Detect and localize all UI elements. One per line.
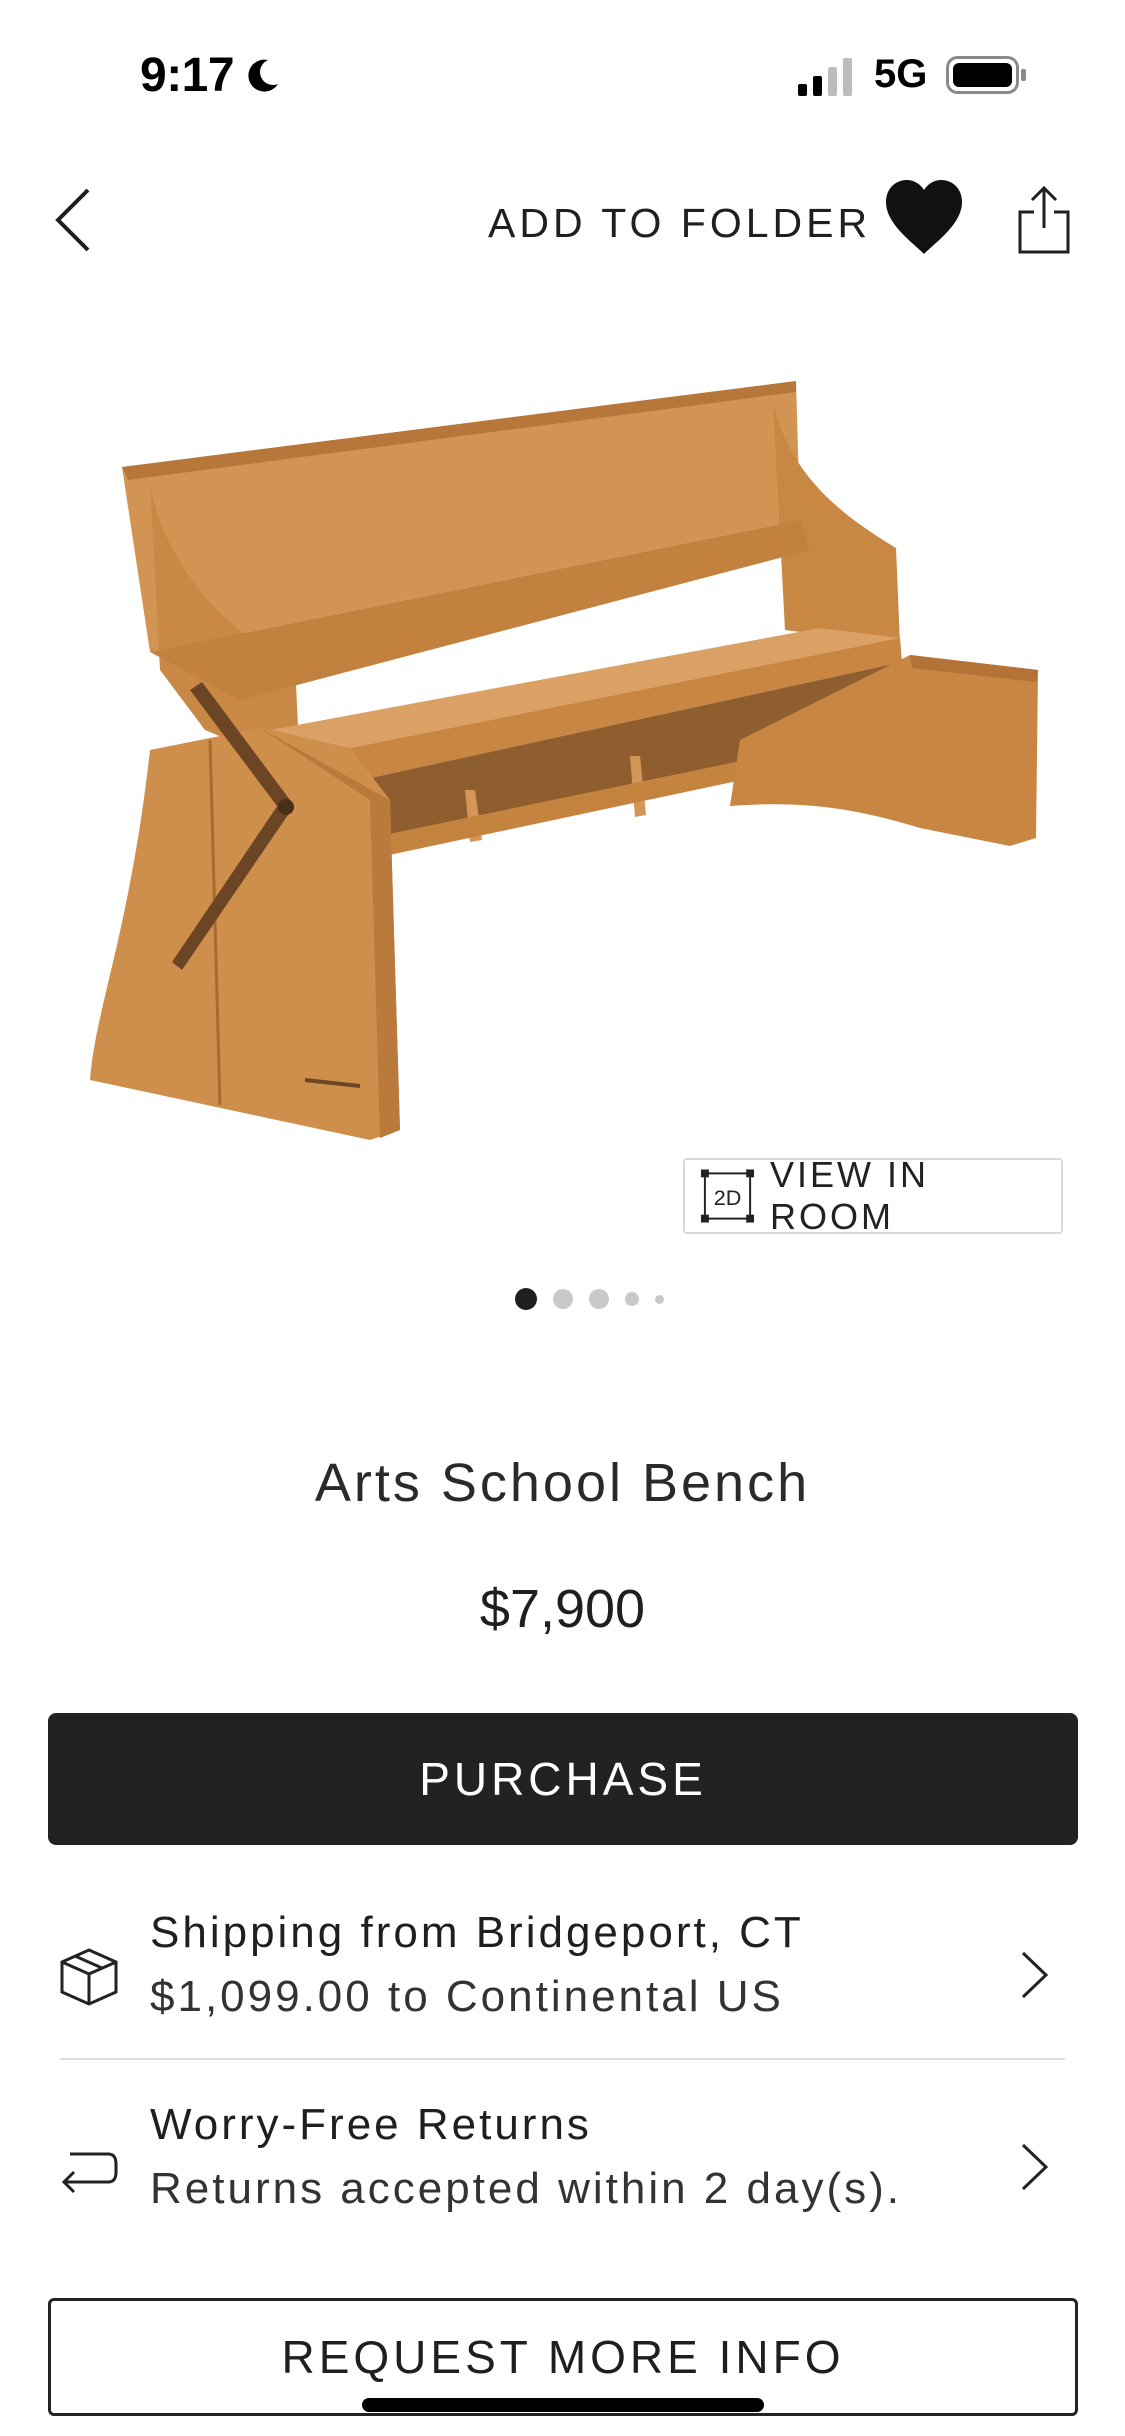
back-chevron-icon[interactable] — [52, 186, 92, 254]
chevron-right-icon — [1021, 2143, 1049, 2191]
returns-policy: Returns accepted within 2 day(s). — [150, 2164, 902, 2213]
shipping-origin: Shipping from Bridgeport, CT — [150, 1908, 804, 1957]
status-time: 9:17 — [140, 49, 235, 102]
returns-row[interactable]: Worry-Free Returns Returns accepted with… — [48, 2092, 1078, 2242]
battery-icon — [946, 56, 1026, 94]
carousel-dot[interactable] — [625, 1292, 639, 1306]
carousel-dot[interactable] — [589, 1289, 609, 1309]
add-to-folder-button[interactable]: ADD TO FOLDER — [488, 200, 871, 247]
view-in-room-button[interactable]: 2D VIEW IN ROOM — [683, 1154, 1063, 1237]
share-icon[interactable] — [1016, 186, 1072, 254]
box-icon — [60, 1948, 118, 2006]
signal-icon — [798, 58, 852, 96]
returns-title: Worry-Free Returns — [150, 2100, 592, 2149]
return-arrow-icon — [61, 2152, 118, 2194]
shipping-cost: $1,099.00 to Continental US — [150, 1972, 784, 2021]
carousel-dot[interactable] — [553, 1289, 573, 1309]
product-title: Arts School Bench — [314, 1453, 811, 1513]
svg-text:2D: 2D — [714, 1185, 742, 1210]
carousel-dots[interactable] — [515, 1287, 664, 1311]
home-indicator[interactable] — [362, 2398, 764, 2412]
divider — [60, 2058, 1065, 2060]
2d-view-icon: 2D — [700, 1169, 755, 1223]
chevron-right-icon — [1021, 1951, 1049, 1999]
purchase-button[interactable]: PURCHASE — [48, 1713, 1078, 1845]
carousel-dot-active[interactable] — [515, 1288, 537, 1310]
product-price: $7,900 — [479, 1579, 646, 1639]
carousel-dot[interactable] — [655, 1294, 664, 1304]
moon-icon — [248, 59, 278, 92]
network-label: 5G — [874, 52, 928, 96]
view-in-room-label: VIEW IN ROOM — [770, 1154, 930, 1237]
shipping-row[interactable]: Shipping from Bridgeport, CT $1,099.00 t… — [48, 1900, 1078, 2050]
product-image[interactable] — [90, 370, 1040, 1170]
heart-icon[interactable] — [884, 178, 964, 256]
